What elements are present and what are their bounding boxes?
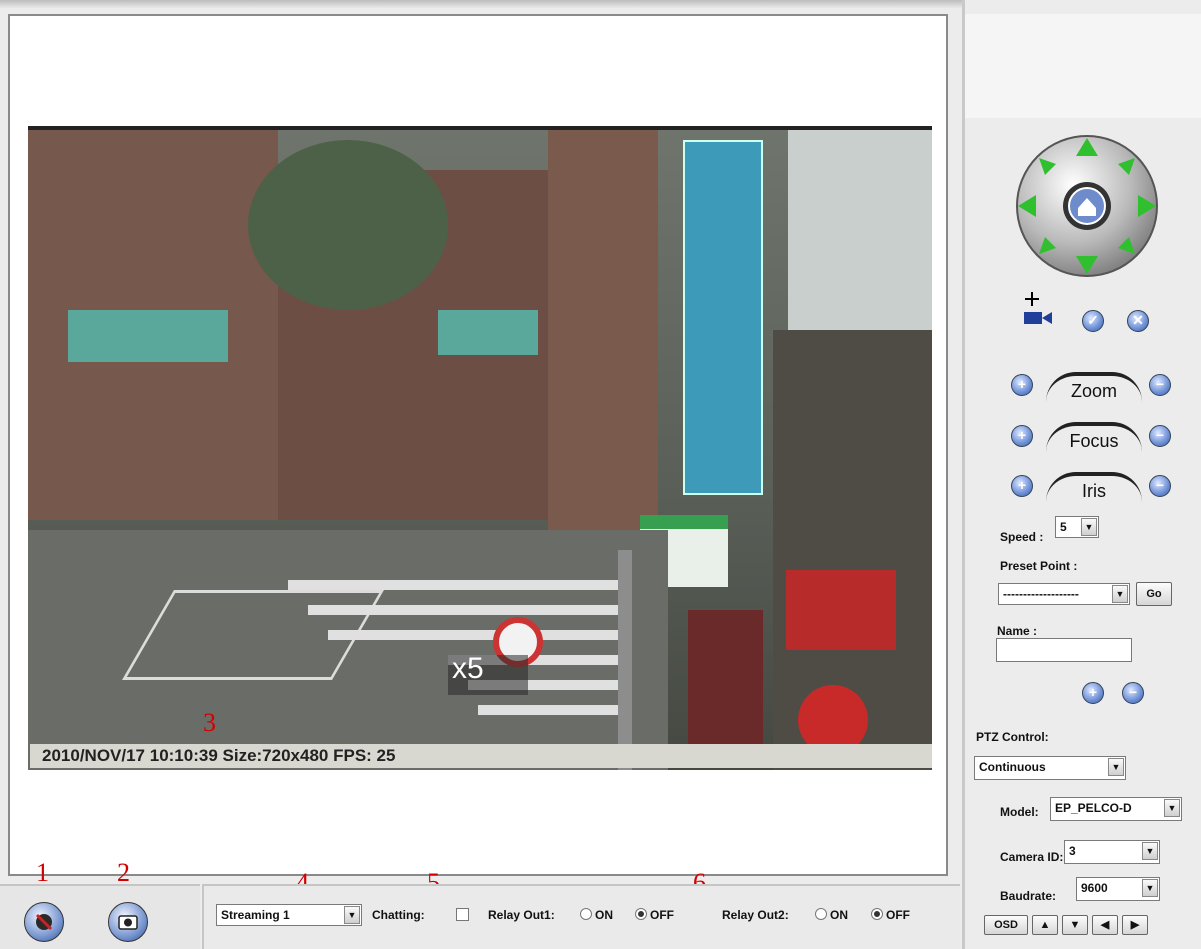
iris-open-button[interactable]: + [1011,475,1033,497]
osd-up-button[interactable]: ▲ [1032,915,1058,935]
relay-out1-off[interactable]: OFF [635,908,674,922]
cancel-icon[interactable]: ✕ [1127,310,1149,332]
video-info-text: 2010/NOV/17 10:10:39 Size:720x480 FPS: 2… [42,746,396,765]
ptz-control-select[interactable]: Continuous ▼ [974,756,1126,780]
bottom-toolbar: Streaming 1 ▼ Chatting: Relay Out1: ON O… [202,884,960,949]
preset-add-button[interactable]: + [1082,682,1104,704]
osd-left-button[interactable]: ◀ [1092,915,1118,935]
zoom-out-button[interactable]: − [1149,374,1171,396]
speed-label: Speed : [1000,530,1044,544]
zoom-in-button[interactable]: + [1011,374,1033,396]
chatting-checkbox[interactable] [456,908,469,921]
speed-select[interactable]: 5 ▼ [1055,516,1099,538]
camera-id-value: 3 [1069,844,1076,858]
relay1-on-radio[interactable] [580,908,592,920]
relay-out2-label: Relay Out2: [722,908,789,922]
relay2-on-radio[interactable] [815,908,827,920]
focus-near-button[interactable]: + [1011,425,1033,447]
preset-label: Preset Point : [1000,559,1078,573]
relay2-on-text: ON [830,908,848,922]
ptz-control-label: PTZ Control: [976,730,1049,744]
move-camera-icon[interactable] [1020,290,1058,328]
zoom-indicator: x5 [452,652,484,685]
relay-out2-off[interactable]: OFF [871,908,910,922]
chevron-down-icon: ▼ [1108,758,1124,776]
relay2-off-radio[interactable] [871,908,883,920]
stream-select-value: Streaming 1 [221,908,290,922]
iris-label: Iris [1046,472,1142,502]
baudrate-label: Baudrate: [1000,889,1057,903]
marker-3: 3 [203,708,216,737]
model-select-value: EP_PELCO-D [1055,801,1132,815]
chatting-label: Chatting: [372,908,425,922]
baudrate-value: 9600 [1081,881,1108,895]
chevron-down-icon: ▼ [1164,799,1180,817]
chevron-down-icon: ▼ [1142,879,1158,897]
ptz-panel-header [965,14,1201,118]
video-info-strip: 2010/NOV/17 10:10:39 Size:720x480 FPS: 2… [30,744,932,768]
chevron-down-icon: ▼ [1142,842,1158,860]
name-input[interactable] [996,638,1132,662]
relay-out1-on[interactable]: ON [580,908,613,922]
osd-down-button[interactable]: ▼ [1062,915,1088,935]
video-feed[interactable]: x5 [28,126,932,770]
stream-select[interactable]: Streaming 1 ▼ [216,904,362,926]
model-select[interactable]: EP_PELCO-D ▼ [1050,797,1182,821]
model-label: Model: [1000,805,1039,819]
ptz-joystick[interactable] [1012,132,1162,280]
preset-select-value: ------------------- [1003,587,1079,601]
relay1-off-radio[interactable] [635,908,647,920]
relay1-off-text: OFF [650,908,674,922]
name-label: Name : [997,624,1038,638]
chevron-down-icon: ▼ [1081,518,1097,536]
relay-out2-on[interactable]: ON [815,908,848,922]
preset-remove-button[interactable]: − [1122,682,1144,704]
speed-select-value: 5 [1060,520,1067,534]
confirm-icon[interactable]: ✓ [1082,310,1104,332]
iris-close-button[interactable]: − [1149,475,1171,497]
camera-id-select[interactable]: 3 ▼ [1064,840,1160,864]
relay2-off-text: OFF [886,908,910,922]
osd-button[interactable]: OSD [984,915,1028,935]
chevron-down-icon: ▼ [1112,585,1128,603]
baudrate-select[interactable]: 9600 ▼ [1076,877,1160,901]
camera-icon[interactable] [108,902,148,942]
ptz-control-value: Continuous [979,760,1046,774]
osd-right-button[interactable]: ▶ [1122,915,1148,935]
record-icon[interactable] [24,902,64,942]
go-button[interactable]: Go [1136,582,1172,606]
relay-out1-label: Relay Out1: [488,908,555,922]
camera-id-label: Camera ID: [1000,850,1064,864]
bottom-left-toolbar [0,884,200,949]
focus-label: Focus [1046,422,1142,452]
focus-far-button[interactable]: − [1149,425,1171,447]
zoom-label: Zoom [1046,372,1142,402]
relay1-on-text: ON [595,908,613,922]
preset-select[interactable]: ------------------- ▼ [998,583,1130,605]
window-top-border [0,0,962,8]
chevron-down-icon: ▼ [344,906,360,924]
